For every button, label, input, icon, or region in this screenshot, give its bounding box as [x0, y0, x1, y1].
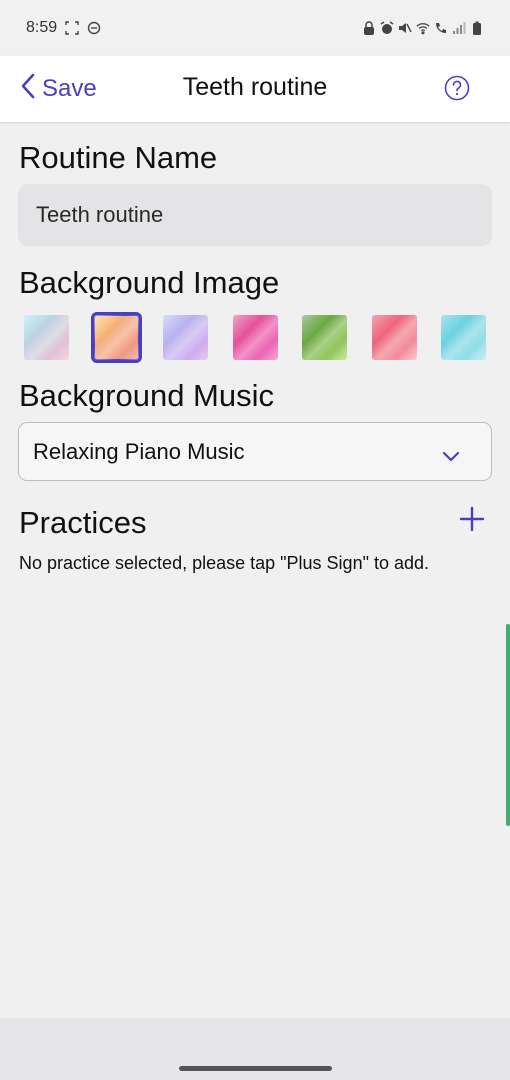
bg-option-7[interactable]	[441, 315, 486, 360]
thumbnail-sheen	[94, 315, 139, 360]
background-image-heading: Background Image	[19, 265, 280, 300]
battery-icon	[470, 21, 484, 35]
status-right	[362, 21, 484, 35]
help-circle-icon[interactable]	[444, 75, 470, 101]
lock-icon	[362, 21, 376, 35]
status-bar: 8:59	[0, 0, 510, 56]
background-music-heading: Background Music	[19, 378, 275, 413]
thumbnail-sheen	[302, 315, 347, 360]
status-left: 8:59	[26, 19, 101, 37]
alarm-icon	[380, 21, 394, 35]
routine-name-heading: Routine Name	[19, 140, 218, 175]
background-music-value: Relaxing Piano Music	[33, 438, 245, 464]
plus-icon[interactable]	[458, 505, 486, 533]
screenshot-frame-icon	[65, 21, 79, 35]
scrollbar[interactable]	[506, 624, 510, 826]
practices-heading: Practices	[19, 505, 147, 540]
wifi-icon	[416, 21, 430, 35]
background-image-picker	[24, 312, 486, 363]
bg-option-2[interactable]	[91, 312, 142, 363]
status-time: 8:59	[26, 19, 58, 36]
thumbnail-sheen	[441, 315, 486, 360]
practices-empty-message: No practice selected, please tap "Plus S…	[19, 553, 430, 573]
thumbnail-sheen	[233, 315, 278, 360]
thumbnail-sheen	[163, 315, 208, 360]
chevron-down-icon	[441, 444, 461, 462]
call-icon	[434, 21, 448, 35]
mute-icon	[398, 21, 412, 35]
bg-option-3[interactable]	[163, 315, 208, 360]
bg-option-1[interactable]	[24, 315, 69, 360]
nav-bar: Save Teeth routine	[0, 56, 510, 122]
page-title: Teeth routine	[182, 73, 328, 101]
bg-option-4[interactable]	[233, 315, 278, 360]
background-music-dropdown[interactable]: Relaxing Piano Music	[18, 422, 492, 481]
home-indicator[interactable]	[179, 1066, 332, 1071]
thumbnail-sheen	[24, 315, 69, 360]
signal-icon	[452, 21, 466, 35]
bg-option-6[interactable]	[372, 315, 417, 360]
do-not-disturb-icon	[87, 21, 101, 35]
routine-name-input[interactable]: Teeth routine	[18, 184, 492, 246]
thumbnail-sheen	[372, 315, 417, 360]
bg-option-5[interactable]	[302, 315, 347, 360]
